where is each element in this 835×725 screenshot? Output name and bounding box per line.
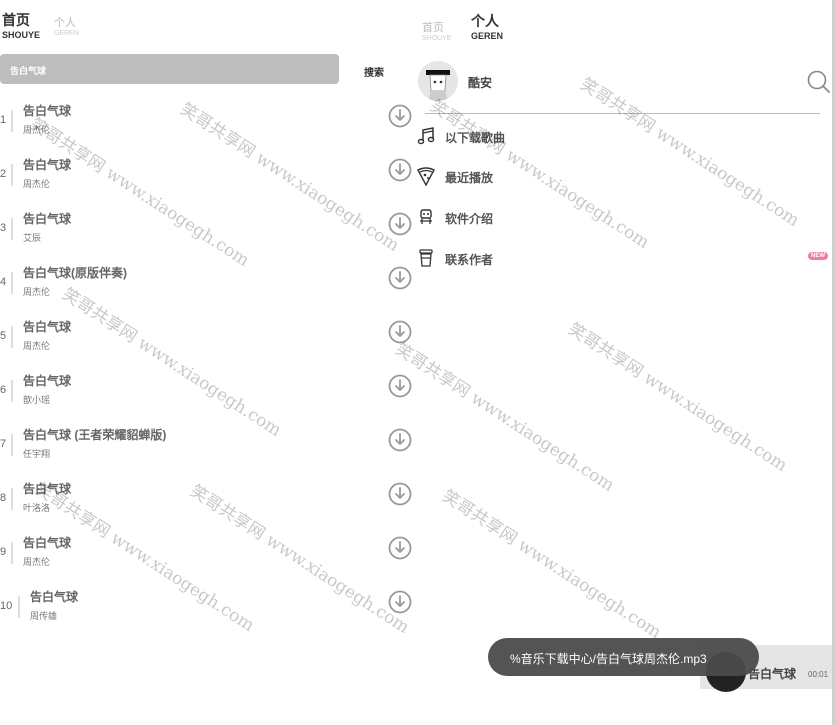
song-index: 2 bbox=[0, 168, 7, 180]
tab-home-label: 首页 bbox=[2, 12, 30, 28]
download-icon[interactable] bbox=[388, 536, 412, 560]
menu-label: 软件介绍 bbox=[445, 212, 494, 226]
song-artist: 周杰伦 bbox=[23, 179, 51, 189]
song-index: 6 bbox=[0, 384, 7, 396]
row-divider bbox=[11, 272, 13, 294]
song-index: 5 bbox=[0, 330, 7, 342]
row-divider bbox=[11, 110, 13, 132]
song-title: 告白气球 bbox=[23, 536, 72, 550]
watermark: 笑哥共享网 www.xiaogegh.com bbox=[438, 486, 665, 643]
tab-personal-sub: GEREN bbox=[54, 30, 79, 37]
search-icon[interactable] bbox=[806, 69, 832, 100]
row-divider bbox=[11, 326, 13, 348]
download-icon[interactable] bbox=[388, 374, 412, 398]
tab-personal-label: 个人 bbox=[54, 17, 76, 29]
tab-home-right[interactable]: 首页 SHOUYE bbox=[422, 19, 452, 42]
row-divider bbox=[11, 542, 13, 564]
watermark: 笑哥共享网 www.xiaogegh.com bbox=[391, 339, 618, 496]
tab-personal-right-sub: GEREN bbox=[471, 31, 504, 41]
mini-player-time: 00:01 bbox=[808, 670, 829, 679]
username: 酷安 bbox=[468, 76, 493, 90]
song-index: 7 bbox=[0, 438, 7, 450]
song-row[interactable]: 2 告白气球周杰伦 bbox=[0, 152, 420, 206]
pizza-icon bbox=[417, 167, 435, 186]
song-row[interactable]: 9 告白气球周杰伦 bbox=[0, 530, 420, 584]
download-icon[interactable] bbox=[388, 266, 412, 290]
tab-home-right-sub: SHOUYE bbox=[422, 35, 452, 42]
toast-message: %音乐下载中心/告白气球周杰伦.mp3 bbox=[510, 652, 707, 666]
row-divider bbox=[11, 380, 13, 402]
song-title: 告白气球 bbox=[30, 590, 79, 604]
row-divider bbox=[18, 596, 20, 618]
song-artist: 周杰伦 bbox=[23, 341, 51, 351]
cup-icon bbox=[419, 249, 433, 267]
song-artist: 周杰伦 bbox=[23, 287, 51, 297]
song-title: 告白气球 bbox=[23, 158, 72, 172]
song-title: 告白气球 bbox=[23, 374, 72, 388]
song-index: 10 bbox=[0, 600, 13, 612]
song-artist: 艾辰 bbox=[23, 233, 42, 243]
menu-label: 最近播放 bbox=[445, 171, 494, 185]
robot-icon bbox=[420, 209, 432, 224]
song-artist: 歆小瑶 bbox=[23, 395, 51, 405]
song-row[interactable]: 4 告白气球(原版伴奏) 周杰伦 bbox=[0, 260, 420, 314]
download-icon[interactable] bbox=[388, 104, 412, 128]
song-index: 4 bbox=[0, 276, 7, 288]
song-artist: 周传雄 bbox=[30, 611, 58, 621]
song-artist: 任宇翔 bbox=[23, 449, 51, 459]
menu-contact-author[interactable]: 联系作者 bbox=[416, 248, 616, 272]
music-note-icon bbox=[417, 127, 435, 145]
song-index: 9 bbox=[0, 546, 7, 558]
song-index: 1 bbox=[0, 114, 7, 126]
song-title: 告白气球(原版伴奏) bbox=[23, 266, 127, 280]
download-icon[interactable] bbox=[388, 428, 412, 452]
search-button[interactable]: 搜索 bbox=[364, 64, 384, 79]
tab-home[interactable]: 首页 SHOUYE bbox=[2, 10, 40, 40]
tab-personal-right-label: 个人 bbox=[471, 13, 499, 29]
row-divider bbox=[11, 164, 13, 186]
tab-personal[interactable]: 个人 GEREN bbox=[54, 14, 79, 37]
song-index: 3 bbox=[0, 222, 7, 234]
download-icon[interactable] bbox=[388, 158, 412, 182]
tab-personal-right[interactable]: 个人 GEREN bbox=[471, 11, 503, 41]
song-title: 告白气球 bbox=[23, 212, 72, 226]
download-icon[interactable] bbox=[388, 482, 412, 506]
tab-home-sub: SHOUYE bbox=[2, 30, 41, 40]
song-row[interactable]: 5 告白气球周杰伦 bbox=[0, 314, 420, 368]
new-badge: NEW bbox=[808, 252, 828, 260]
row-divider bbox=[11, 218, 13, 240]
song-title: 告白气球 (王者荣耀貂蝉版) bbox=[23, 428, 167, 442]
song-row[interactable]: 7 告白气球 (王者荣耀貂蝉版) 任宇翔 bbox=[0, 422, 420, 476]
tab-home-right-label: 首页 bbox=[422, 22, 444, 34]
song-title: 告白气球 bbox=[23, 320, 72, 334]
search-input[interactable] bbox=[0, 54, 339, 84]
row-divider bbox=[11, 488, 13, 510]
song-artist: 周杰伦 bbox=[23, 557, 51, 567]
search-query: 告白气球 bbox=[10, 66, 47, 76]
song-index: 8 bbox=[0, 492, 7, 504]
watermark: 笑哥共享网 www.xiaogegh.com bbox=[564, 319, 791, 476]
row-divider bbox=[11, 434, 13, 456]
menu-label: 联系作者 bbox=[445, 253, 494, 267]
